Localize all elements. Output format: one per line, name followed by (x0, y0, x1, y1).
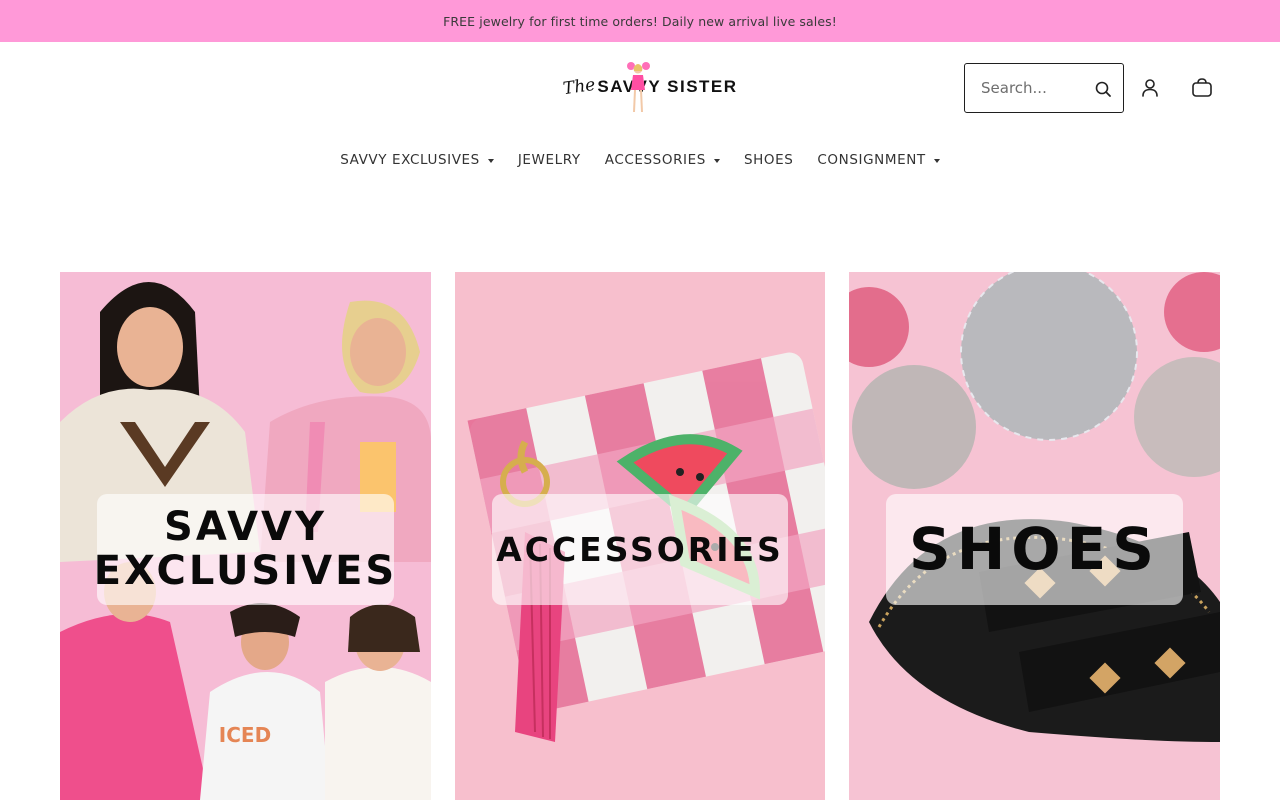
announcement-bar: FREE jewelry for first time orders! Dail… (0, 0, 1280, 42)
search-icon[interactable] (1093, 79, 1113, 99)
site-logo[interactable]: The SAVVY SISTER (561, 58, 736, 116)
search-input[interactable] (965, 64, 1077, 112)
nav-item-label: SHOES (743, 152, 794, 168)
chevron-down-icon (933, 158, 940, 163)
chevron-down-icon (713, 158, 720, 163)
collection-label-line1: SHOES (908, 515, 1160, 584)
collection-tile-accessories[interactable]: ACCESSORIES (455, 272, 825, 800)
user-icon[interactable] (1139, 77, 1161, 99)
collection-label-line1: ACCESSORIES (496, 529, 784, 569)
logo-name: SAVVY SISTER (597, 77, 738, 96)
announcement-text: FREE jewelry for first time orders! Dail… (443, 13, 837, 29)
collection-grid: ICED SAVVY EXCLUSIVES ACCESSORIES SHOES (60, 272, 1220, 800)
svg-text:ICED: ICED (219, 723, 271, 747)
collection-tile-savvy-exclusives[interactable]: ICED SAVVY EXCLUSIVES (60, 272, 431, 800)
site-header: The SAVVY SISTER (0, 42, 1280, 132)
chevron-down-icon (487, 158, 494, 163)
collection-label: ACCESSORIES (492, 494, 788, 605)
nav-item-accessories[interactable]: ACCESSORIES (605, 152, 720, 168)
nav-item-label: ACCESSORIES (604, 152, 706, 168)
nav-item-jewelry[interactable]: JEWELRY (518, 152, 581, 168)
nav-item-label: SAVVY EXCLUSIVES (340, 152, 480, 168)
search-box (964, 63, 1124, 113)
main-nav: SAVVY EXCLUSIVES JEWELRY ACCESSORIES SHO… (0, 146, 1280, 174)
nav-item-consignment[interactable]: CONSIGNMENT (817, 152, 940, 168)
logo-prefix: The (561, 74, 597, 100)
collection-tile-shoes[interactable]: SHOES (849, 272, 1220, 800)
collection-label: SAVVY EXCLUSIVES (93, 494, 398, 605)
collection-label-line2: EXCLUSIVES (93, 547, 398, 594)
collection-label-line1: SAVVY (164, 504, 327, 551)
nav-item-label: CONSIGNMENT (817, 152, 926, 168)
nav-item-shoes[interactable]: SHOES (744, 152, 793, 168)
nav-item-label: JEWELRY (517, 152, 581, 168)
collection-label: SHOES (886, 494, 1183, 605)
logo-figure-icon (627, 62, 650, 113)
bag-icon[interactable] (1191, 77, 1213, 99)
nav-item-savvy-exclusives[interactable]: SAVVY EXCLUSIVES (340, 152, 494, 168)
